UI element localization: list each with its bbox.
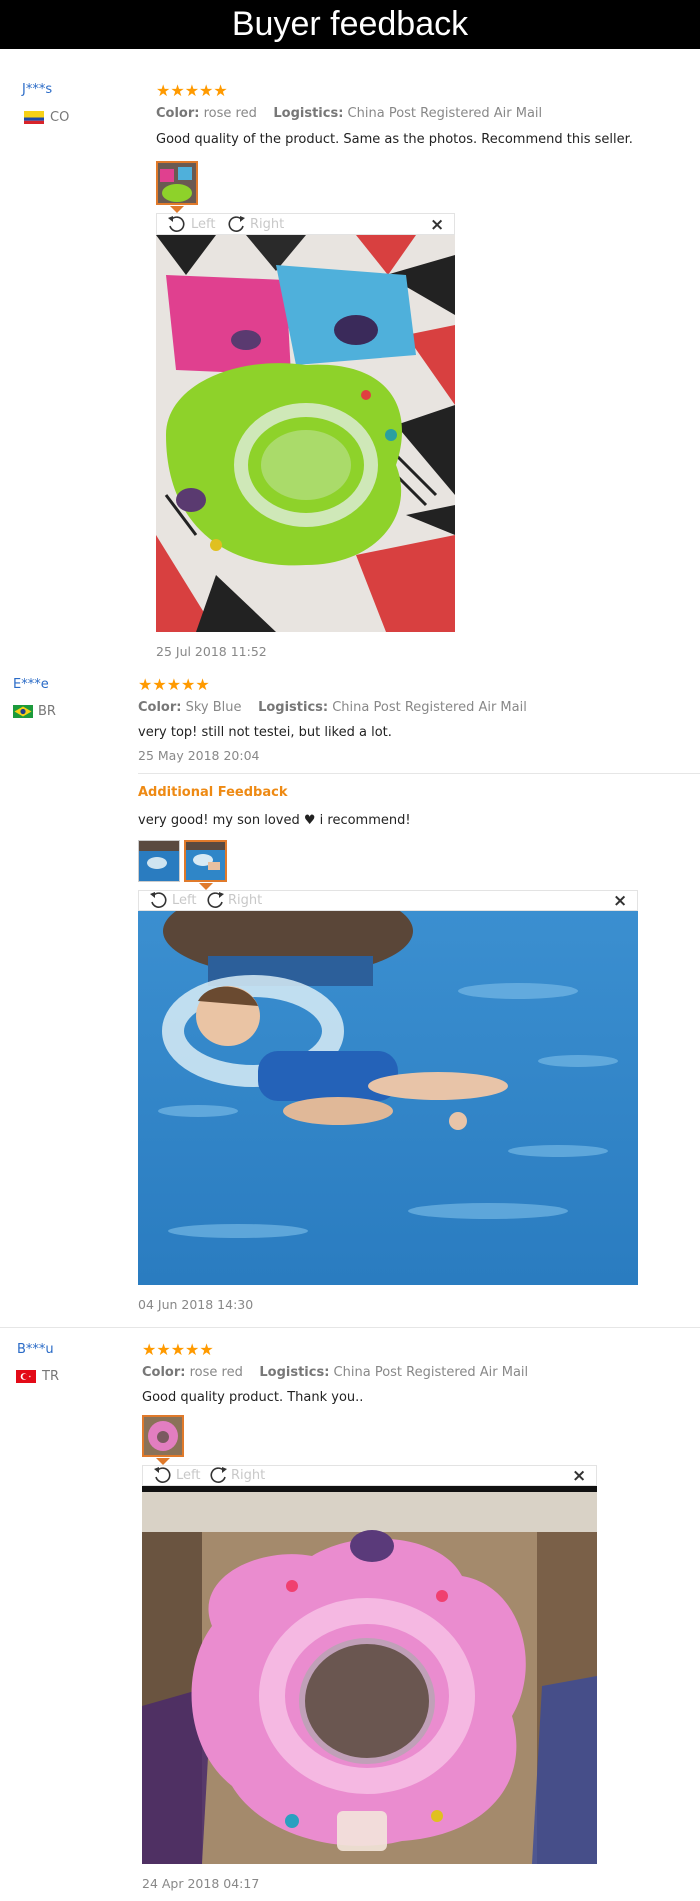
- review-photo[interactable]: [156, 235, 455, 632]
- logistics-label: Logistics:: [273, 106, 344, 121]
- rotate-left-button[interactable]: Left: [172, 893, 196, 908]
- close-icon[interactable]: ×: [572, 1466, 586, 1486]
- color-label: Color:: [138, 700, 182, 715]
- photo-thumbnail[interactable]: [156, 161, 198, 205]
- review-date: 25 Jul 2018 11:52: [156, 644, 267, 659]
- rotate-right-icon[interactable]: [207, 1465, 229, 1485]
- flag-tr-icon: [16, 1370, 36, 1383]
- reviewer-country: BR: [38, 704, 56, 719]
- divider: [138, 773, 700, 774]
- reviewer-name[interactable]: B***u: [17, 1342, 54, 1357]
- photo-thumbnail[interactable]: [138, 840, 180, 882]
- review-text: very top! still not testei, but liked a …: [138, 725, 392, 740]
- color-label: Color:: [156, 106, 200, 121]
- thumbnail-pointer: [170, 206, 184, 213]
- review-date: 24 Apr 2018 04:17: [142, 1876, 260, 1891]
- additional-feedback-text: very good! my son loved ♥ i recommend!: [138, 813, 411, 828]
- logistics-value: China Post Registered Air Mail: [347, 106, 543, 121]
- rotate-left-icon[interactable]: [148, 890, 170, 910]
- thumbnail-pointer: [199, 883, 213, 890]
- additional-feedback-date: 04 Jun 2018 14:30: [138, 1297, 254, 1312]
- rotate-right-button[interactable]: Right: [250, 217, 284, 232]
- additional-feedback-label: Additional Feedback: [138, 785, 288, 800]
- reviewer-country: CO: [50, 110, 70, 125]
- rotate-left-button[interactable]: Left: [191, 217, 215, 232]
- rotate-left-icon[interactable]: [166, 214, 188, 234]
- rotate-right-button[interactable]: Right: [228, 893, 262, 908]
- reviewer-name[interactable]: E***e: [13, 677, 49, 692]
- additional-text-end: i recommend!: [319, 813, 411, 828]
- review-text: Good quality of the product. Same as the…: [156, 132, 633, 147]
- rotate-left-button[interactable]: Left: [176, 1468, 200, 1483]
- review-photo[interactable]: [142, 1486, 597, 1864]
- star-rating: ★★★★★: [156, 81, 228, 100]
- review-photo[interactable]: [138, 911, 638, 1285]
- rotate-right-button[interactable]: Right: [231, 1468, 265, 1483]
- color-label: Color:: [142, 1365, 186, 1380]
- reviewer-country: TR: [42, 1369, 59, 1384]
- photo-thumbnail[interactable]: [142, 1415, 184, 1457]
- review-text: Good quality product. Thank you..: [142, 1390, 364, 1405]
- thumbnail-pointer: [156, 1458, 170, 1465]
- logistics-label: Logistics:: [259, 1365, 330, 1380]
- review-meta: Color: rose red Logistics: China Post Re…: [156, 106, 542, 121]
- page-title: Buyer feedback: [231, 5, 469, 43]
- logistics-value: China Post Registered Air Mail: [333, 1365, 529, 1380]
- heart-icon: ♥: [303, 813, 316, 828]
- flag-co-icon: [24, 111, 44, 124]
- close-icon[interactable]: ×: [430, 215, 444, 235]
- color-value: Sky Blue: [185, 700, 242, 715]
- review-date: 25 May 2018 20:04: [138, 748, 260, 763]
- star-rating: ★★★★★: [138, 675, 210, 694]
- reviewer-name[interactable]: J***s: [22, 82, 52, 97]
- additional-text-start: very good! my son loved: [138, 813, 300, 828]
- flag-br-icon: [13, 705, 33, 718]
- divider: [0, 1327, 700, 1328]
- rotate-left-icon[interactable]: [152, 1465, 174, 1485]
- color-value: rose red: [203, 106, 257, 121]
- photo-thumbnail[interactable]: [184, 840, 227, 882]
- close-icon[interactable]: ×: [613, 891, 627, 911]
- logistics-label: Logistics:: [258, 700, 329, 715]
- review-meta: Color: Sky Blue Logistics: China Post Re…: [138, 700, 527, 715]
- logistics-value: China Post Registered Air Mail: [332, 700, 527, 715]
- rotate-right-icon[interactable]: [204, 890, 226, 910]
- color-value: rose red: [189, 1365, 243, 1380]
- rotate-right-icon[interactable]: [225, 214, 247, 234]
- star-rating: ★★★★★: [142, 1340, 214, 1359]
- review-meta: Color: rose red Logistics: China Post Re…: [142, 1365, 528, 1380]
